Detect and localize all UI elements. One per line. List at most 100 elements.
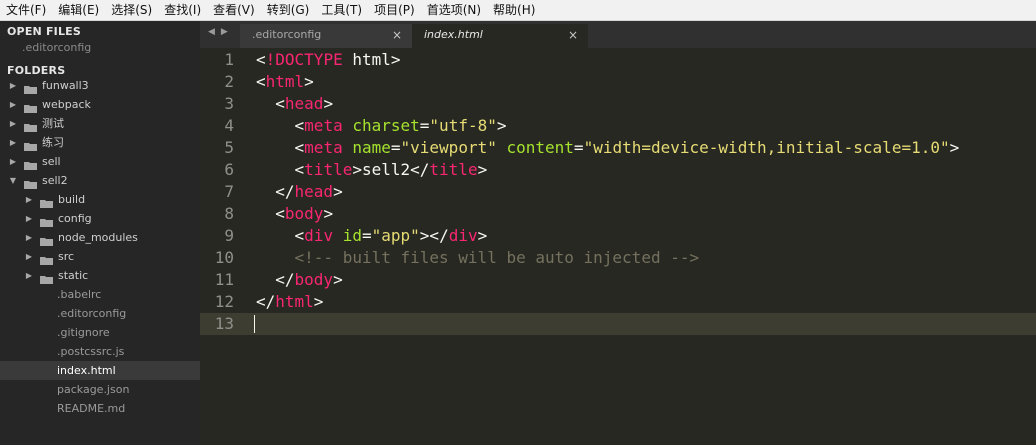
file-item[interactable]: index.html <box>0 361 200 380</box>
code-token: name <box>352 138 391 157</box>
chevron-right-icon[interactable]: ▶ <box>24 228 34 247</box>
code-token: > <box>323 204 334 223</box>
folder-item[interactable]: ▶ static <box>0 266 200 285</box>
sidebar: OPEN FILES .editorconfig FOLDERS ▶ funwal… <box>0 21 200 445</box>
folder-label: sell2 <box>42 174 68 187</box>
code-token: head <box>294 182 334 201</box>
chevron-right-icon[interactable]: ▶ <box>8 76 18 95</box>
code-line[interactable]: 13 <box>200 313 1036 335</box>
chevron-down-icon[interactable]: ▼ <box>8 171 18 190</box>
menu-item[interactable]: 帮助(H) <box>487 0 541 21</box>
close-icon[interactable]: × <box>568 24 578 46</box>
folder-icon <box>24 100 37 113</box>
folder-item[interactable]: ▼ sell2 <box>0 171 200 190</box>
code-token: < <box>256 94 285 113</box>
menu-item[interactable]: 工具(T) <box>315 0 368 21</box>
folder-item[interactable]: ▶ src <box>0 247 200 266</box>
folder-item[interactable]: ▶ 测试 <box>0 114 200 133</box>
code-token: body <box>294 270 334 289</box>
code-token: "app" <box>371 226 420 245</box>
code-line[interactable]: 1 <!DOCTYPE html> <box>200 49 1036 71</box>
folder-icon <box>24 138 37 151</box>
folder-label: build <box>58 193 86 206</box>
code-text: <body> <box>256 203 333 225</box>
folder-label: src <box>58 250 75 263</box>
code-line[interactable]: 8 <body> <box>200 203 1036 225</box>
file-item[interactable]: package.json <box>0 380 200 399</box>
chevron-right-icon[interactable]: ▶ <box>8 133 18 152</box>
code-token: html <box>265 72 305 91</box>
folder-item[interactable]: ▶ 练习 <box>0 133 200 152</box>
code-token: = <box>390 138 401 157</box>
folder-label: node_modules <box>58 231 138 244</box>
folder-icon <box>40 252 53 265</box>
line-number: 13 <box>214 314 234 333</box>
code-line[interactable]: 2 <html> <box>200 71 1036 93</box>
code-token: "width=device-width,initial-scale=1.0" <box>583 138 950 157</box>
file-item[interactable]: README.md <box>0 399 200 418</box>
menu-item[interactable]: 查看(V) <box>207 0 261 21</box>
open-file-item[interactable]: .editorconfig <box>22 41 91 54</box>
code-token: < <box>256 116 305 135</box>
chevron-right-icon[interactable]: ▶ <box>24 266 34 285</box>
code-line[interactable]: 12 </html> <box>200 291 1036 313</box>
code-text: <!-- built files will be auto injected -… <box>256 247 700 269</box>
code-line[interactable]: 5 <meta name="viewport" content="width=d… <box>200 137 1036 159</box>
folder-item[interactable]: ▶ funwall3 <box>0 76 200 95</box>
chevron-right-icon[interactable]: ▶ <box>24 247 34 266</box>
file-item[interactable]: .babelrc <box>0 285 200 304</box>
code-line[interactable]: 3 <head> <box>200 93 1036 115</box>
menu-item[interactable]: 查找(I) <box>158 0 207 21</box>
line-number: 10 <box>214 248 234 267</box>
text-cursor <box>254 315 255 333</box>
folder-item[interactable]: ▶ sell <box>0 152 200 171</box>
chevron-right-icon[interactable]: ▶ <box>8 114 18 133</box>
code-token: < <box>256 50 266 69</box>
chevron-right-icon[interactable]: ▶ <box>8 95 18 114</box>
code-line[interactable]: 11 </body> <box>200 269 1036 291</box>
file-item[interactable]: .editorconfig <box>0 304 200 323</box>
code-token: charset <box>352 116 420 135</box>
close-icon[interactable]: × <box>392 24 402 46</box>
code-text: </head> <box>256 181 342 203</box>
folder-item[interactable]: ▶ config <box>0 209 200 228</box>
right-arrow-icon[interactable]: ▶ <box>221 27 234 37</box>
menu-item[interactable]: 转到(G) <box>261 0 316 21</box>
code-line[interactable]: 9 <div id="app"></div> <box>200 225 1036 247</box>
folder-item[interactable]: ▶ node_modules <box>0 228 200 247</box>
menu-item[interactable]: 文件(F) <box>0 0 52 21</box>
code-line[interactable]: 6 <title>sell2</title> <box>200 159 1036 181</box>
menu-item[interactable]: 首选项(N) <box>421 0 487 21</box>
chevron-right-icon[interactable]: ▶ <box>24 190 34 209</box>
line-number: 5 <box>224 138 234 157</box>
file-label: .editorconfig <box>57 307 127 320</box>
menu-item[interactable]: 项目(P) <box>368 0 421 21</box>
code-editor[interactable]: 1 <!DOCTYPE html> 2 <html> 3 <head> 4 <meta c… <box>200 48 1036 445</box>
tab-inactive[interactable]: .editorconfig × <box>240 24 412 48</box>
code-token: head <box>284 94 324 113</box>
menu-item[interactable]: 选择(S) <box>105 0 158 21</box>
tab-nav-arrows[interactable]: ◀▶ <box>208 27 234 37</box>
folder-icon <box>24 81 37 94</box>
file-item[interactable]: .postcssrc.js <box>0 342 200 361</box>
code-line[interactable]: 10 <!-- built files will be auto injecte… <box>200 247 1036 269</box>
code-line[interactable]: 7 </head> <box>200 181 1036 203</box>
code-token: "viewport" <box>400 138 497 157</box>
code-text: <meta charset="utf-8"> <box>256 115 507 137</box>
code-text: <html> <box>256 71 314 93</box>
folder-item[interactable]: ▶ build <box>0 190 200 209</box>
file-item[interactable]: .gitignore <box>0 323 200 342</box>
folder-icon <box>40 271 53 284</box>
chevron-right-icon[interactable]: ▶ <box>8 152 18 171</box>
code-token: div <box>304 226 334 245</box>
chevron-right-icon[interactable]: ▶ <box>24 209 34 228</box>
left-arrow-icon[interactable]: ◀ <box>208 27 221 37</box>
folder-item[interactable]: ▶ webpack <box>0 95 200 114</box>
code-line[interactable]: 4 <meta charset="utf-8"> <box>200 115 1036 137</box>
menu-item[interactable]: 编辑(E) <box>52 0 105 21</box>
line-number: 11 <box>214 270 234 289</box>
tab-active[interactable]: index.html × <box>412 24 588 48</box>
folder-icon <box>40 233 53 246</box>
code-token: >sell2</ <box>352 160 430 179</box>
